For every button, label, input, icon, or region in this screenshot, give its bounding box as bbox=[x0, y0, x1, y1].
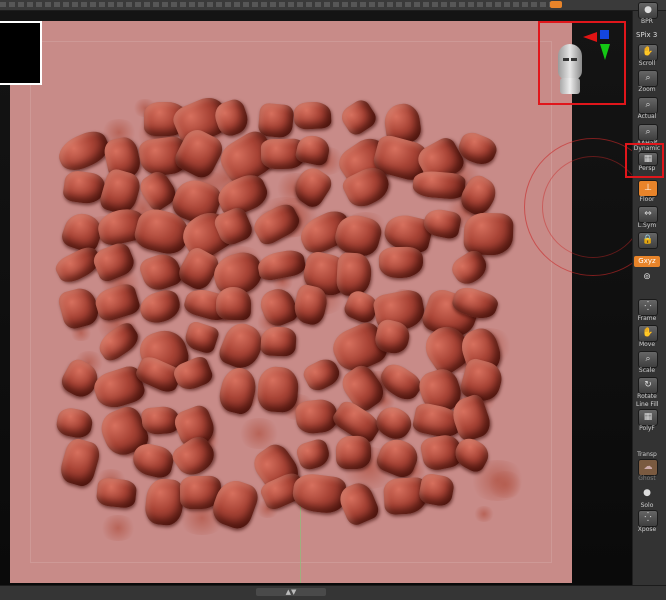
rock-stone bbox=[54, 405, 95, 441]
rock-stone bbox=[337, 97, 380, 138]
rock-stone bbox=[256, 366, 300, 414]
rock-stone bbox=[417, 472, 456, 508]
ghost-button[interactable]: ☁ Ghost bbox=[634, 459, 660, 487]
persp-button[interactable]: Dynamic ▦ Persp bbox=[634, 145, 660, 174]
actual-button[interactable]: ⌕ Actual bbox=[634, 97, 660, 125]
rock-stone bbox=[412, 169, 467, 201]
rotate-icon: ↻ bbox=[638, 377, 658, 394]
hand-move-icon: ✋ bbox=[638, 325, 658, 342]
lock-icon: 🔒 bbox=[638, 232, 658, 249]
ghost-label: Ghost bbox=[638, 475, 656, 482]
rock-stone bbox=[257, 102, 295, 139]
perspective-grid-icon: ▦ bbox=[638, 152, 658, 166]
rock-stone bbox=[255, 247, 307, 283]
bottom-tray-grip[interactable]: ▲▼ bbox=[256, 588, 326, 596]
rock-stone bbox=[95, 477, 138, 510]
gxyz-toggle[interactable]: Gxyz bbox=[634, 256, 660, 267]
gxyz-label: Gxyz bbox=[638, 257, 656, 265]
bpr-button[interactable]: ● BPR bbox=[634, 2, 660, 30]
zoom-button[interactable]: ⌕ Zoom bbox=[634, 70, 660, 98]
move-button[interactable]: ✋ Move bbox=[634, 325, 660, 353]
symmetry-icon: ⇔ bbox=[638, 206, 658, 223]
spix-value: 3 bbox=[652, 31, 658, 39]
polyf-label: PolyF bbox=[639, 425, 655, 432]
head-orientation-icon[interactable] bbox=[556, 44, 584, 96]
lsym-button[interactable]: ⇔ L.Sym bbox=[634, 206, 660, 234]
rock-stone bbox=[335, 436, 371, 470]
floor-button[interactable]: ⊥ Floor bbox=[634, 180, 660, 208]
transparency-icon bbox=[638, 435, 656, 450]
xpose-button[interactable]: ⁛ Xpose bbox=[634, 510, 660, 538]
y-axis-arrow-icon[interactable] bbox=[600, 44, 610, 60]
magnifier-icon: ⌕ bbox=[638, 70, 658, 87]
floor-grid-icon: ⊥ bbox=[638, 180, 658, 197]
frame-icon: ⁛ bbox=[638, 299, 658, 316]
scale-icon: ⌕ bbox=[638, 351, 658, 368]
aahalf-icon: ⌕ bbox=[638, 124, 658, 141]
rock-stone bbox=[378, 246, 424, 279]
rock-stone bbox=[215, 286, 251, 321]
spix-slider[interactable]: SPix 3 bbox=[636, 31, 657, 39]
gizmo-left-eye bbox=[563, 58, 569, 61]
bpr-icon: ● bbox=[638, 2, 658, 19]
gravel-patch bbox=[99, 515, 137, 542]
actual-size-icon: ⌕ bbox=[638, 97, 658, 114]
axis-lock-icon: ⊚ bbox=[643, 272, 651, 282]
gravel-patch bbox=[473, 506, 496, 522]
zoom-label: Zoom bbox=[638, 86, 656, 93]
xpose-label: Xpose bbox=[637, 526, 657, 533]
axis-lock-button[interactable]: ⊚ bbox=[634, 270, 660, 298]
lsym-label: L.Sym bbox=[637, 222, 657, 229]
persp-label: Persp bbox=[638, 165, 656, 172]
scale-label: Scale bbox=[638, 367, 656, 374]
rock-stone bbox=[130, 440, 176, 481]
gizmo-head-neck bbox=[560, 78, 580, 94]
scroll-button[interactable]: ✋ Scroll bbox=[634, 44, 660, 72]
scroll-label: Scroll bbox=[638, 60, 656, 67]
hand-scroll-icon: ✋ bbox=[638, 44, 658, 61]
rock-stone bbox=[294, 437, 333, 473]
top-shelf-marker[interactable] bbox=[550, 1, 562, 8]
polyf-button[interactable]: ▦ PolyF bbox=[634, 409, 660, 437]
polyframe-icon: ▦ bbox=[638, 409, 658, 426]
floor-label: Floor bbox=[639, 196, 655, 203]
frame-button[interactable]: ⁛ Frame bbox=[634, 299, 660, 327]
rock-stone bbox=[136, 286, 183, 327]
navigation-thumbnail[interactable] bbox=[0, 21, 42, 85]
xpose-icon: ⁛ bbox=[638, 510, 658, 527]
frame-label: Frame bbox=[637, 315, 657, 322]
gizmo-right-eye bbox=[571, 58, 577, 61]
gravel-patch bbox=[485, 471, 524, 498]
rock-stone bbox=[463, 211, 514, 256]
bottom-tray: ▲▼ bbox=[0, 585, 666, 600]
rock-stone bbox=[260, 326, 297, 358]
bpr-label: BPR bbox=[641, 18, 653, 25]
rock-sculpt-model[interactable] bbox=[52, 92, 527, 542]
line-fill-label: Line Fill bbox=[636, 401, 659, 408]
gizmo-head-skull bbox=[558, 44, 582, 80]
spix-label: SPix bbox=[636, 31, 651, 39]
ghost-icon: ☁ bbox=[638, 459, 658, 476]
rock-stone bbox=[182, 319, 221, 355]
rock-stone bbox=[216, 364, 261, 417]
rock-stone bbox=[291, 471, 348, 515]
scale-button[interactable]: ⌕ Scale bbox=[634, 351, 660, 379]
transp-label: Transp bbox=[637, 451, 657, 458]
rock-stone bbox=[137, 250, 185, 295]
move-label: Move bbox=[638, 341, 656, 348]
rock-stone bbox=[293, 100, 332, 130]
rotate-label: Rotate bbox=[637, 393, 657, 400]
actual-label: Actual bbox=[637, 113, 657, 120]
z-axis-cube-icon[interactable] bbox=[600, 30, 609, 39]
top-shelf-ticks bbox=[0, 2, 560, 7]
x-axis-arrow-icon[interactable] bbox=[583, 32, 597, 42]
solo-label: Solo bbox=[640, 502, 654, 509]
sculpt-canvas[interactable] bbox=[10, 21, 572, 583]
solo-icon: ● bbox=[643, 488, 651, 498]
top-shelf bbox=[0, 0, 666, 11]
